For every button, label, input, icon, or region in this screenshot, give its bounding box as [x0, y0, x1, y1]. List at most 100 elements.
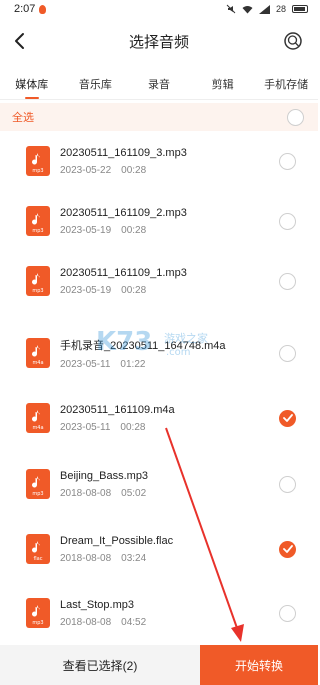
tab-music-library[interactable]: 音乐库: [64, 72, 128, 99]
file-row[interactable]: mp3 20230511_161109_1.mp3 2023-05-19 00:2…: [0, 251, 318, 311]
file-checkbox[interactable]: [279, 344, 296, 362]
tab-label: 音乐库: [78, 79, 112, 91]
file-info: 20230511_161109_1.mp3 2023-05-19 00:28: [60, 267, 279, 296]
file-meta: 2023-05-19 00:28: [60, 225, 279, 236]
file-date: 2023-05-11: [60, 421, 111, 433]
chevron-left-icon: [15, 33, 24, 49]
file-name: 20230511_161109_3.mp3: [60, 146, 187, 159]
file-date: 2018-08-08: [60, 616, 112, 628]
file-row[interactable]: m4a 手机录音_20230511_164748.m4a 2023-05-11 0…: [0, 323, 318, 383]
battery-level: 28: [275, 4, 286, 14]
mute-icon: [226, 4, 236, 14]
file-type-label: mp3: [32, 228, 43, 234]
file-date: 2018-08-08: [60, 487, 112, 499]
file-meta: 2023-05-11 00:28: [60, 422, 279, 433]
active-tab-indicator: [24, 97, 39, 99]
file-name: 20230511_161109.m4a: [60, 403, 175, 416]
back-button[interactable]: [8, 28, 32, 54]
file-duration: 04:52: [121, 616, 147, 628]
battery-icon: [292, 5, 308, 13]
file-info: 手机录音_20230511_164748.m4a 2023-05-11 01:22: [60, 337, 279, 370]
file-info: Last_Stop.mp3 2018-08-08 04:52: [60, 599, 279, 628]
tab-label: 录音: [147, 79, 170, 91]
file-info: 20230511_161109_3.mp3 2023-05-22 00:28: [60, 147, 279, 176]
file-type-label: mp3: [32, 288, 43, 294]
file-info: Beijing_Bass.mp3 2018-08-08 05:02: [60, 470, 279, 499]
file-name: Last_Stop.mp3: [60, 598, 134, 611]
tab-label: 媒体库: [15, 79, 49, 91]
file-duration: 01:22: [120, 358, 146, 370]
wifi-icon: [242, 5, 253, 13]
file-row[interactable]: mp3 Beijing_Bass.mp3 2018-08-08 05:02: [0, 454, 318, 514]
tab-recordings[interactable]: 录音: [127, 72, 191, 99]
file-checkbox[interactable]: [279, 475, 296, 493]
file-date: 2023-05-19: [60, 284, 112, 296]
tab-clips[interactable]: 剪辑: [191, 72, 255, 99]
search-button[interactable]: [280, 28, 306, 54]
file-type-label: m4a: [32, 425, 43, 431]
select-all-checkbox[interactable]: [287, 108, 304, 126]
file-info: 20230511_161109.m4a 2023-05-11 00:28: [60, 404, 279, 433]
file-duration: 03:24: [121, 552, 147, 564]
file-row[interactable]: mp3 20230511_161109_2.mp3 2023-05-19 00:2…: [0, 191, 318, 251]
select-all-bar[interactable]: 全选: [0, 103, 318, 131]
start-convert-button[interactable]: 开始转换: [200, 645, 318, 685]
audio-file-icon: m4a: [26, 403, 50, 433]
file-meta: 2023-05-19 00:28: [60, 285, 279, 296]
file-duration: 00:28: [121, 164, 147, 176]
file-name: Beijing_Bass.mp3: [60, 469, 149, 482]
header: 选择音频: [0, 22, 318, 60]
file-info: Dream_It_Possible.flac 2018-08-08 03:24: [60, 535, 279, 564]
file-name: 手机录音_20230511_164748.m4a: [60, 339, 226, 352]
select-all-label: 全选: [12, 112, 34, 124]
file-checkbox-checked[interactable]: [279, 409, 296, 427]
file-date: 2018-08-08: [60, 552, 112, 564]
file-meta: 2018-08-08 04:52: [60, 617, 279, 628]
file-type-label: mp3: [32, 620, 43, 626]
file-meta: 2018-08-08 05:02: [60, 488, 279, 499]
file-type-label: mp3: [32, 168, 43, 174]
file-row[interactable]: mp3 Last_Stop.mp3 2018-08-08 04:52: [0, 583, 318, 643]
status-bar: 2:07 28: [0, 0, 318, 18]
audio-file-icon: m4a: [26, 338, 50, 368]
file-meta: 2023-05-22 00:28: [60, 165, 279, 176]
status-right: 28: [226, 4, 308, 14]
search-icon: [284, 32, 302, 50]
file-checkbox[interactable]: [279, 604, 296, 622]
file-duration: 05:02: [121, 487, 147, 499]
audio-file-icon: flac: [26, 534, 50, 564]
page-title: 选择音频: [128, 33, 189, 51]
file-duration: 00:28: [121, 284, 147, 296]
file-info: 20230511_161109_2.mp3 2023-05-19 00:28: [60, 207, 279, 236]
status-time: 2:07: [14, 3, 36, 15]
checkmark-icon: [282, 545, 293, 553]
file-checkbox[interactable]: [279, 152, 296, 170]
tab-label: 手机存储: [264, 79, 309, 91]
file-row[interactable]: flac Dream_It_Possible.flac 2018-08-08 03…: [0, 519, 318, 579]
status-left: 2:07: [14, 3, 47, 15]
audio-file-icon: mp3: [26, 469, 50, 499]
file-duration: 00:28: [121, 224, 147, 236]
audio-file-icon: mp3: [26, 146, 50, 176]
audio-file-icon: mp3: [26, 206, 50, 236]
tab-media-library[interactable]: 媒体库: [0, 72, 64, 99]
file-checkbox[interactable]: [279, 212, 296, 230]
file-checkbox[interactable]: [279, 272, 296, 290]
file-date: 2023-05-19: [60, 224, 112, 236]
file-meta: 2018-08-08 03:24: [60, 553, 279, 564]
file-date: 2023-05-22: [60, 164, 112, 176]
file-name: 20230511_161109_2.mp3: [60, 206, 187, 219]
tab-label: 剪辑: [211, 79, 234, 91]
file-row[interactable]: m4a 20230511_161109.m4a 2023-05-11 00:28: [0, 388, 318, 448]
file-checkbox-checked[interactable]: [279, 540, 296, 558]
file-duration: 00:28: [120, 421, 146, 433]
signal-icon: [258, 4, 270, 14]
file-type-label: mp3: [32, 491, 43, 497]
tab-phone-storage[interactable]: 手机存储: [254, 72, 318, 99]
file-type-label: flac: [34, 556, 43, 562]
file-type-label: m4a: [32, 360, 43, 366]
view-selected-button[interactable]: 查看已选择(2): [0, 645, 200, 685]
file-row[interactable]: mp3 20230511_161109_3.mp3 2023-05-22 00:2…: [0, 131, 318, 191]
checkmark-icon: [282, 414, 293, 422]
app-notification-icon: [39, 4, 47, 14]
